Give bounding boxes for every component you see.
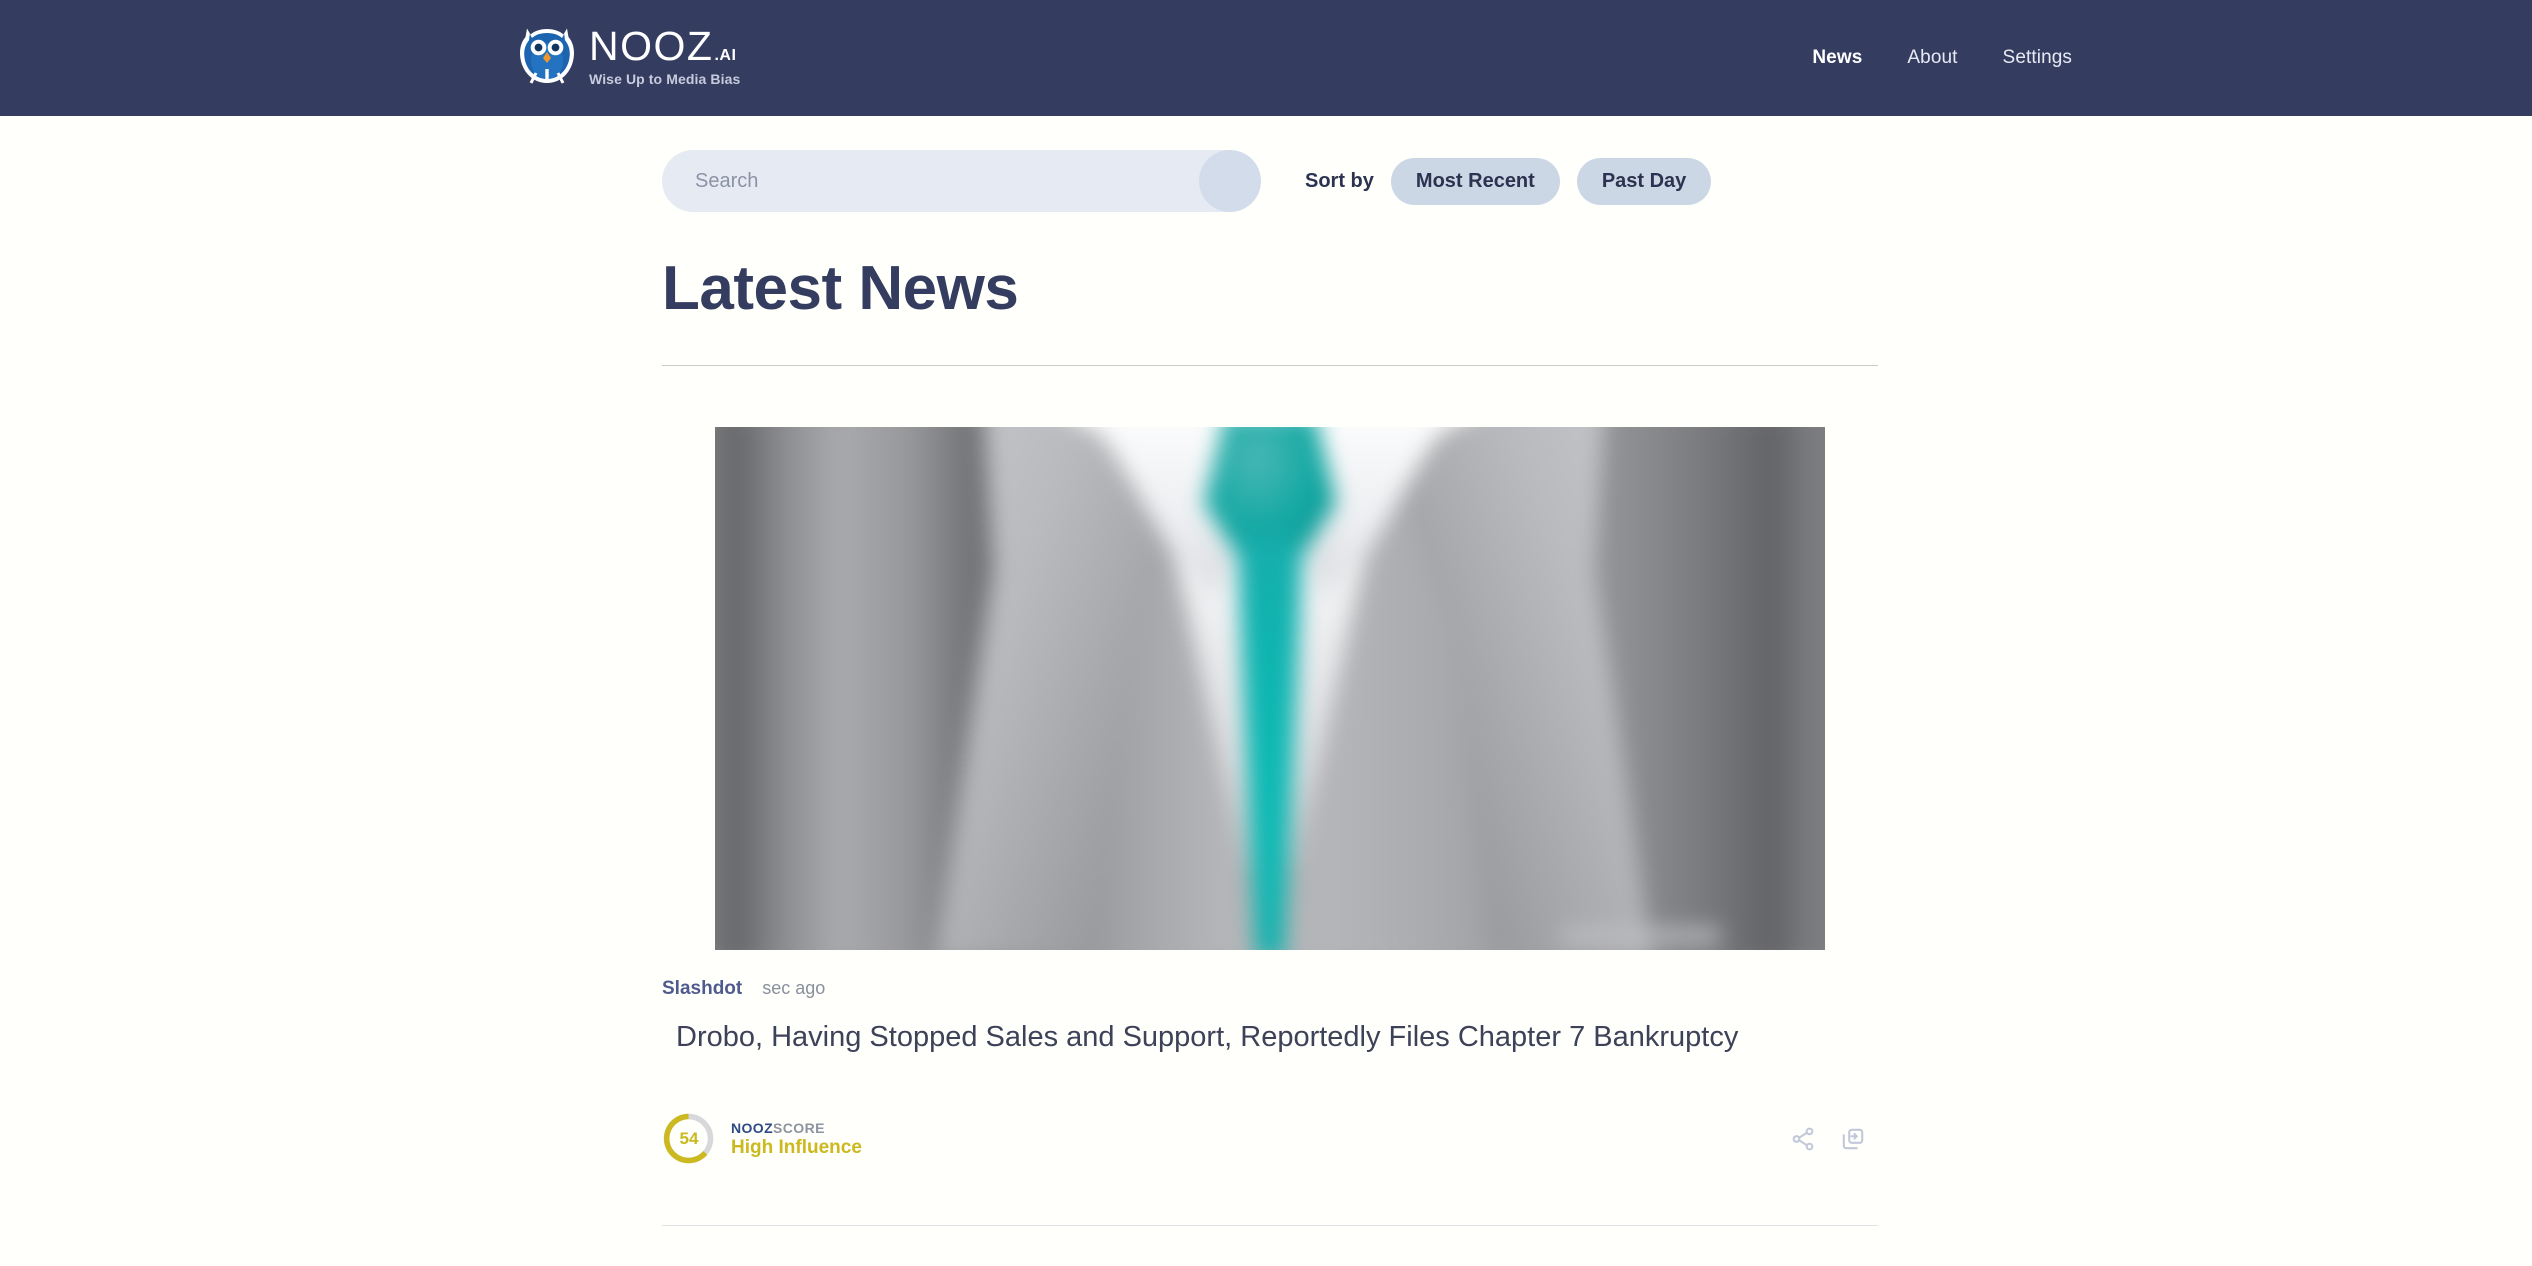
suit-pocket [1561, 928, 1721, 944]
page-title: Latest News [662, 254, 1019, 323]
nav-link-news[interactable]: News [1812, 47, 1862, 69]
article-timestamp: sec ago [762, 978, 826, 998]
nooz-score-value: 54 [679, 1128, 699, 1148]
nav-link-settings[interactable]: Settings [2003, 47, 2072, 69]
sort-option-past-day[interactable]: Past Day [1576, 157, 1712, 205]
main-nav: News About Settings [0, 47, 2532, 69]
article-meta: Slashdot sec ago [662, 978, 825, 1000]
article-footer: 54 NOOZSCORE High Influence [662, 1112, 1878, 1165]
article-actions [1790, 1126, 1878, 1152]
nooz-score-tier: High Influence [731, 1136, 862, 1158]
brand-tagline: Wise Up to Media Bias [589, 71, 741, 87]
share-icon[interactable] [1790, 1126, 1816, 1152]
nooz-score-label: NOOZSCORE [731, 1121, 862, 1135]
sort-by-label: Sort by [1305, 169, 1374, 192]
sort-option-most-recent[interactable]: Most Recent [1390, 157, 1560, 205]
copy-icon[interactable] [1840, 1126, 1866, 1152]
nav-link-about[interactable]: About [1907, 47, 1957, 69]
nooz-score-block: 54 NOOZSCORE High Influence [662, 1112, 862, 1165]
nooz-score-ring[interactable]: 54 [662, 1112, 715, 1165]
divider-below-article [662, 1225, 1878, 1226]
nooz-score-text: NOOZSCORE High Influence [731, 1121, 862, 1157]
divider-above-list [662, 365, 1878, 366]
search-and-sort-toolbar: Sort by Most Recent Past Day [662, 150, 1712, 212]
nooz-score-label-primary: NOOZ [731, 1119, 774, 1136]
article-thumbnail[interactable] [715, 427, 1825, 950]
nooz-score-label-secondary: SCORE [773, 1119, 825, 1136]
search-button[interactable] [1199, 150, 1261, 212]
article-headline[interactable]: Drobo, Having Stopped Sales and Support,… [676, 1018, 1836, 1057]
search-field-wrapper [662, 150, 1261, 212]
article-source[interactable]: Slashdot [662, 978, 742, 1000]
site-header: NOOZ .AI Wise Up to Media Bias News Abou… [0, 0, 2532, 116]
search-input[interactable] [662, 150, 1256, 212]
article-thumbnail-art [715, 427, 1825, 950]
